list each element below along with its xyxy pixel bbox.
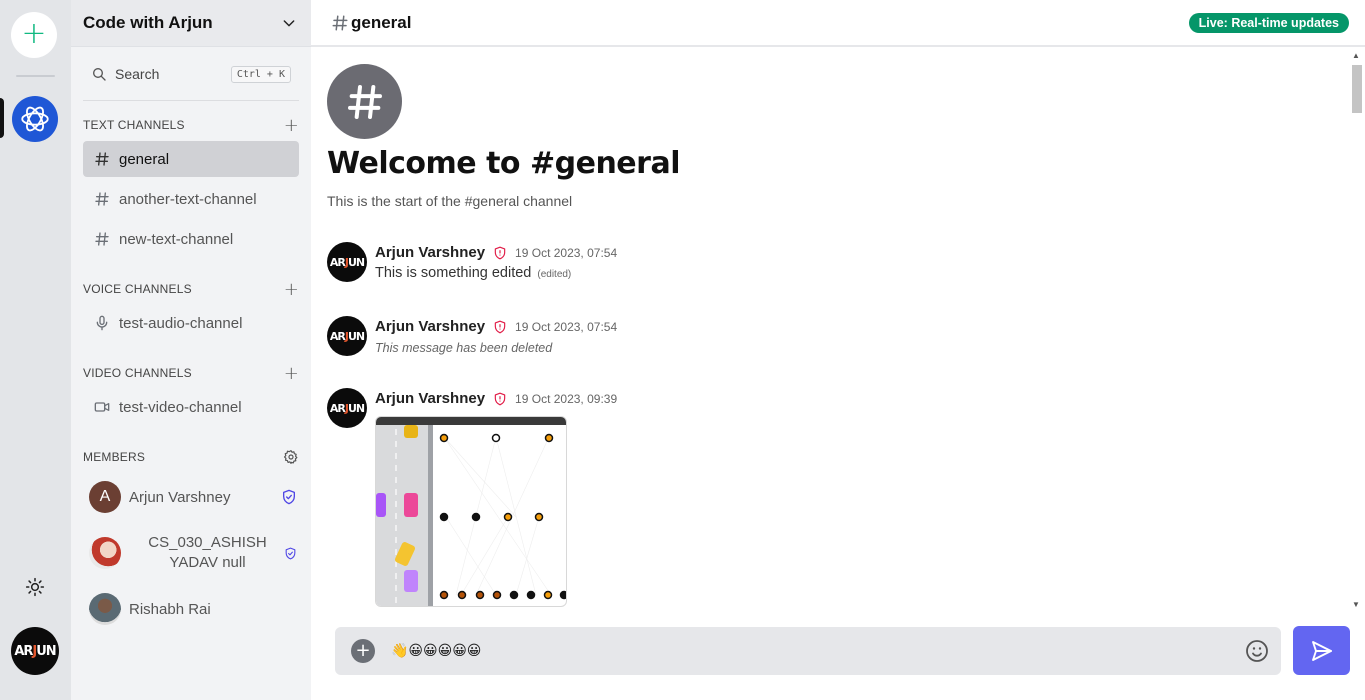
channel-test-audio-channel[interactable]: test-audio-channel: [83, 305, 299, 341]
member-arjun-varshney[interactable]: A Arjun Varshney: [89, 481, 297, 513]
message-author[interactable]: Arjun Varshney: [375, 318, 485, 335]
arjun-logo: ARJUN: [329, 329, 365, 343]
members-label: MEMBERS: [83, 450, 146, 464]
text-channels-label: TEXT CHANNELS: [83, 118, 185, 132]
hash-icon: [93, 230, 111, 248]
message-avatar[interactable]: ARJUN: [327, 242, 367, 282]
hash-icon: [332, 15, 348, 30]
server-name: Code with Arjun: [83, 13, 213, 32]
theme-toggle-button[interactable]: [22, 574, 48, 600]
video-channels-header: VIDEO CHANNELS +: [83, 363, 299, 384]
search-button[interactable]: Search Ctrl + K: [83, 56, 299, 92]
message-body: This message has been deleted: [375, 340, 552, 356]
member-cs-030-ashish-yadav[interactable]: CS_030_ASHISH YADAV null: [89, 533, 297, 573]
channel-sidebar: Code with Arjun Search Ctrl + K TEXT CHA…: [71, 0, 311, 700]
message-body: This is something edited (edited): [375, 265, 571, 281]
member-name: Arjun Varshney: [129, 488, 231, 506]
server-rail: + ARJUN: [0, 0, 71, 700]
add-text-channel-button[interactable]: +: [284, 115, 299, 136]
live-status-badge: Live: Real-time updates: [1188, 12, 1349, 33]
channel-label: general: [119, 150, 170, 168]
send-button[interactable]: [1293, 626, 1350, 675]
emoji-picker-icon[interactable]: [1245, 639, 1269, 663]
channel-label: test-video-channel: [119, 398, 242, 416]
message-composer: +: [335, 627, 1281, 675]
member-rishabh-rai[interactable]: Rishabh Rai: [89, 593, 297, 625]
send-icon: [1311, 640, 1332, 661]
messages-scrollbar[interactable]: ▲ ▼: [1350, 51, 1362, 609]
role-shield-icon: [493, 320, 507, 334]
search-label: Search: [115, 66, 160, 82]
message-text: This is something edited: [375, 265, 532, 281]
channel-another-text-channel[interactable]: another-text-channel: [83, 181, 299, 217]
message-author[interactable]: Arjun Varshney: [375, 244, 485, 261]
avatar: A: [89, 481, 121, 513]
openai-knot-icon: [21, 106, 49, 132]
text-channels-header: TEXT CHANNELS +: [83, 115, 299, 136]
welcome-title: Welcome to #general: [327, 146, 680, 181]
arjun-logo: ARJUN: [14, 643, 56, 659]
role-shield-icon: [493, 392, 507, 406]
microphone-icon: [93, 314, 111, 332]
deleted-message-text: This message has been deleted: [375, 341, 553, 355]
channel-new-text-channel[interactable]: new-text-channel: [83, 221, 299, 257]
sidebar-divider: [83, 100, 299, 101]
message-timestamp: 19 Oct 2023, 07:54: [515, 319, 618, 334]
arjun-logo: ARJUN: [329, 401, 365, 415]
chat-main: general Live: Real-time updates ▲ ▼ Welc…: [311, 0, 1365, 700]
member-name: CS_030_ASHISH YADAV null: [148, 534, 267, 571]
video-camera-icon: [93, 398, 111, 416]
search-shortcut: Ctrl + K: [230, 65, 291, 83]
avatar: [89, 537, 121, 569]
add-server-button[interactable]: +: [11, 12, 57, 58]
members-header: MEMBERS: [83, 448, 299, 466]
channel-test-video-channel[interactable]: test-video-channel: [83, 389, 299, 425]
channel-label: test-audio-channel: [119, 314, 243, 332]
message-timestamp: 19 Oct 2023, 09:39: [515, 391, 618, 406]
channel-label: another-text-channel: [119, 190, 257, 208]
gear-icon[interactable]: [283, 449, 299, 465]
rail-divider: [16, 75, 55, 77]
add-attachment-button[interactable]: +: [351, 639, 375, 663]
message-timestamp: 19 Oct 2023, 07:54: [515, 245, 618, 260]
image-attachment-preview: [376, 417, 566, 606]
scroll-up-arrow[interactable]: ▲: [1352, 51, 1360, 60]
channel-label: new-text-channel: [119, 230, 234, 248]
voice-channels-header: VOICE CHANNELS +: [83, 279, 299, 300]
message-author[interactable]: Arjun Varshney: [375, 390, 485, 407]
chevron-down-icon[interactable]: [281, 15, 297, 31]
hash-icon: [347, 84, 382, 119]
user-avatar[interactable]: ARJUN: [11, 627, 59, 675]
hash-icon: [93, 150, 111, 168]
moderator-shield-check-icon: [285, 547, 296, 559]
add-voice-channel-button[interactable]: +: [284, 279, 299, 300]
arjun-logo: ARJUN: [329, 255, 365, 269]
message-avatar[interactable]: ARJUN: [327, 316, 367, 356]
video-channels-label: VIDEO CHANNELS: [83, 366, 192, 380]
role-shield-icon: [493, 246, 507, 260]
chat-header: general Live: Real-time updates: [311, 0, 1365, 47]
image-attachment[interactable]: [375, 416, 567, 607]
channel-general[interactable]: general: [83, 141, 299, 177]
channel-title: general: [351, 12, 412, 32]
message-avatar[interactable]: ARJUN: [327, 388, 367, 428]
voice-channels-label: VOICE CHANNELS: [83, 282, 192, 296]
scroll-down-arrow[interactable]: ▼: [1352, 600, 1360, 609]
search-icon: [93, 68, 106, 81]
server-header[interactable]: Code with Arjun: [71, 0, 311, 47]
avatar: [89, 593, 121, 625]
add-video-channel-button[interactable]: +: [284, 363, 299, 384]
admin-shield-check-icon: [283, 489, 295, 505]
message-input[interactable]: [391, 643, 1245, 659]
member-name: Rishabh Rai: [129, 600, 211, 618]
sun-icon: [25, 577, 45, 597]
channel-welcome-icon: [327, 64, 402, 139]
active-server-indicator: [0, 98, 4, 138]
edited-marker: (edited): [537, 269, 572, 280]
welcome-subtitle: This is the start of the #general channe…: [327, 193, 573, 209]
server-icon-code-with-arjun[interactable]: [12, 96, 58, 142]
hash-icon: [93, 190, 111, 208]
scrollbar-thumb[interactable]: [1352, 65, 1362, 113]
